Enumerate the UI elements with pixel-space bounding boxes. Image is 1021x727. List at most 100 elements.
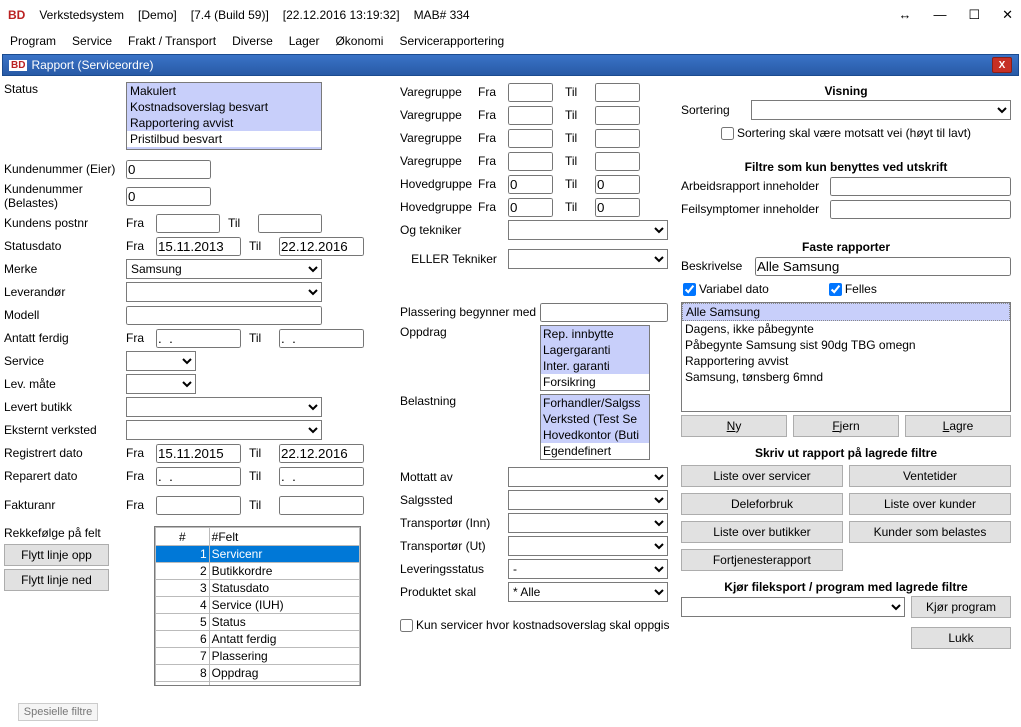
lagre-button[interactable]: Lagre — [905, 415, 1011, 437]
kunserv-checkbox[interactable] — [400, 619, 413, 632]
arbeids-input[interactable] — [830, 177, 1011, 196]
menu-program[interactable]: Program — [10, 34, 56, 48]
antatt-til-input[interactable] — [279, 329, 364, 348]
repdato-fra-input[interactable] — [156, 467, 241, 486]
report-item[interactable]: Dagens, ikke påbegynte — [682, 321, 1010, 337]
postnr-til-input[interactable] — [258, 214, 322, 233]
prodskal-select[interactable]: * Alle — [508, 582, 668, 602]
menu-servicerapp[interactable]: Servicerapportering — [399, 34, 504, 48]
vg1-fra[interactable] — [508, 83, 553, 102]
belast-listbox[interactable]: Forhandler/Salgss Verksted (Test Se Hove… — [540, 394, 650, 460]
liste-kunder-button[interactable]: Liste over kunder — [849, 493, 1011, 515]
statusdato-til-input[interactable] — [279, 237, 364, 256]
table-row[interactable]: 2Butikkordre — [156, 563, 360, 580]
report-item[interactable]: Rapportering avvist — [682, 353, 1010, 369]
kundenr-eier-input[interactable] — [126, 160, 211, 179]
status-item[interactable]: Makulert — [127, 83, 321, 99]
postnr-fra-input[interactable] — [156, 214, 220, 233]
menu-lager[interactable]: Lager — [289, 34, 320, 48]
vg3-til[interactable] — [595, 129, 640, 148]
table-row[interactable]: 1Servicenr — [156, 546, 360, 563]
salg-select[interactable] — [508, 490, 668, 510]
felles-checkbox[interactable] — [829, 283, 842, 296]
regdato-til-input[interactable] — [279, 444, 364, 463]
status-item[interactable]: Pristilbud besvart — [127, 131, 321, 147]
table-row[interactable]: 8Oppdrag — [156, 665, 360, 682]
report-item[interactable]: Alle Samsung — [682, 303, 1010, 321]
status-item[interactable]: Kostnadsoverslag besvart — [127, 99, 321, 115]
deleforbruk-button[interactable]: Deleforbruk — [681, 493, 843, 515]
kjor-button[interactable]: Kjør program — [911, 596, 1011, 618]
move-up-button[interactable]: Flytt linje opp — [4, 544, 109, 566]
sortering-select[interactable] — [751, 100, 1011, 120]
fortjeneste-button[interactable]: Fortjenesterapport — [681, 549, 843, 571]
ogtek-select[interactable] — [508, 220, 668, 240]
levstatus-select[interactable]: - — [508, 559, 668, 579]
spesielle-filtre-button[interactable]: Spesielle filtre — [18, 703, 98, 721]
mottatt-select[interactable] — [508, 467, 668, 487]
vg2-til[interactable] — [595, 106, 640, 125]
fjern-button[interactable]: Fjern — [793, 415, 899, 437]
levbutikk-select[interactable] — [126, 397, 322, 417]
hg2-fra[interactable] — [508, 198, 553, 217]
vg1-til[interactable] — [595, 83, 640, 102]
lukk-button[interactable]: Lukk — [911, 627, 1011, 649]
trut-select[interactable] — [508, 536, 668, 556]
vg3-fra[interactable] — [508, 129, 553, 148]
fakturanr-til-input[interactable] — [279, 496, 364, 515]
order-table-container[interactable]: ##Felt 1Servicenr 2Butikkordre 3Statusda… — [154, 526, 361, 686]
beskriv-input[interactable] — [755, 257, 1011, 276]
hg2-til[interactable] — [595, 198, 640, 217]
ventetider-button[interactable]: Ventetider — [849, 465, 1011, 487]
menu-service[interactable]: Service — [72, 34, 112, 48]
hg1-fra[interactable] — [508, 175, 553, 194]
oppdrag-listbox[interactable]: Rep. innbytte Lagergaranti Inter. garant… — [540, 325, 650, 391]
liste-butikker-button[interactable]: Liste over butikker — [681, 521, 843, 543]
report-item[interactable]: Samsung, tønsberg 6mnd — [682, 369, 1010, 385]
levmate-select[interactable] — [126, 374, 196, 394]
menu-okonomi[interactable]: Økonomi — [335, 34, 383, 48]
subwindow-close-icon[interactable]: X — [992, 57, 1012, 73]
hg1-til[interactable] — [595, 175, 640, 194]
liste-servicer-button[interactable]: Liste over servicer — [681, 465, 843, 487]
ekstverk-select[interactable] — [126, 420, 322, 440]
menu-diverse[interactable]: Diverse — [232, 34, 273, 48]
ny-button[interactable]: Ny — [681, 415, 787, 437]
antatt-fra-input[interactable] — [156, 329, 241, 348]
merke-select[interactable]: Samsung — [126, 259, 322, 279]
eksport-select[interactable] — [681, 597, 905, 617]
reports-listbox[interactable]: Alle Samsung Dagens, ikke påbegynte Påbe… — [681, 302, 1011, 412]
table-row[interactable] — [156, 682, 360, 687]
resize-icon[interactable]: ↔ — [898, 7, 911, 23]
menu-frakt[interactable]: Frakt / Transport — [128, 34, 216, 48]
modell-input[interactable] — [126, 306, 322, 325]
kunder-belastes-button[interactable]: Kunder som belastes — [849, 521, 1011, 543]
vdato-checkbox[interactable] — [683, 283, 696, 296]
table-row[interactable]: 3Statusdato — [156, 580, 360, 597]
fakturanr-fra-input[interactable] — [156, 496, 241, 515]
close-icon[interactable]: ✕ — [1002, 7, 1013, 23]
service-select[interactable] — [126, 351, 196, 371]
regdato-fra-input[interactable] — [156, 444, 241, 463]
repdato-til-input[interactable] — [279, 467, 364, 486]
status-item[interactable]: Rapportering avvist — [127, 115, 321, 131]
table-row[interactable]: 5Status — [156, 614, 360, 631]
minimize-icon[interactable]: — — [933, 7, 946, 23]
report-item[interactable]: Påbegynte Samsung sist 90dg TBG omegn — [682, 337, 1010, 353]
plass-input[interactable] — [540, 303, 668, 322]
trinn-select[interactable] — [508, 513, 668, 533]
statusdato-fra-input[interactable] — [156, 237, 241, 256]
kundenr-bel-input[interactable] — [126, 187, 211, 206]
sortrev-checkbox[interactable] — [721, 127, 734, 140]
table-row[interactable]: 4Service (IUH) — [156, 597, 360, 614]
ellertek-select[interactable] — [508, 249, 668, 269]
table-row[interactable]: 6Antatt ferdig — [156, 631, 360, 648]
table-row[interactable]: 7Plassering — [156, 648, 360, 665]
vg4-fra[interactable] — [508, 152, 553, 171]
vg2-fra[interactable] — [508, 106, 553, 125]
lever-select[interactable] — [126, 282, 322, 302]
feilsymp-input[interactable] — [830, 200, 1011, 219]
status-listbox[interactable]: Makulert Kostnadsoverslag besvart Rappor… — [126, 82, 322, 150]
maximize-icon[interactable]: ☐ — [968, 7, 980, 23]
move-down-button[interactable]: Flytt linje ned — [4, 569, 109, 591]
